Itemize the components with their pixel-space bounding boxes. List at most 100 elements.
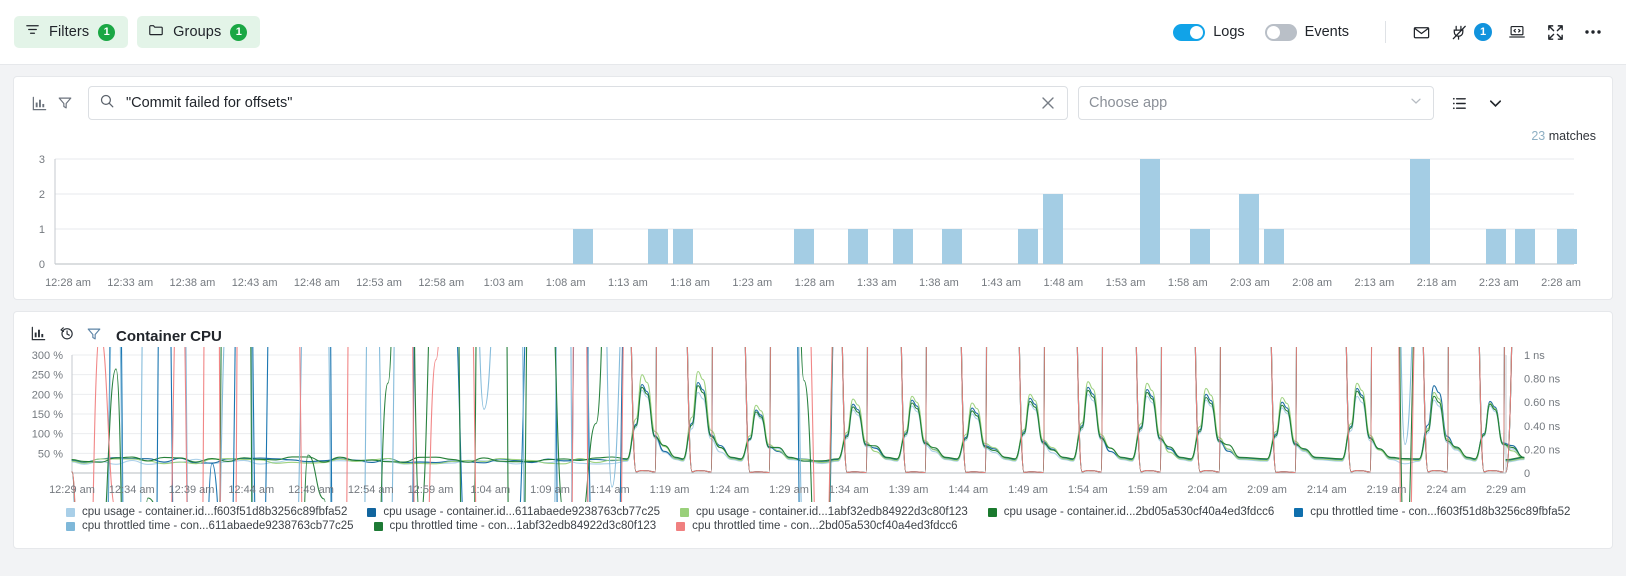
svg-text:1:38 am: 1:38 am — [919, 277, 959, 289]
svg-text:2:23 am: 2:23 am — [1479, 277, 1519, 289]
legend-label: cpu usage - container.id...f603f51d8b325… — [82, 506, 348, 518]
search-input[interactable] — [124, 94, 1037, 112]
notification-count-badge[interactable]: 1 — [1474, 23, 1492, 41]
svg-text:1:39 am: 1:39 am — [889, 484, 929, 496]
svg-text:12:58 am: 12:58 am — [418, 277, 464, 289]
matches-count: 23 — [1531, 129, 1546, 143]
svg-text:12:38 am: 12:38 am — [169, 277, 215, 289]
bar-chart-icon[interactable] — [30, 325, 47, 347]
legend-label: cpu usage - container.id...611abaede9238… — [383, 506, 661, 518]
log-explorer-app: Filters 1 Groups 1 Logs Events 1 "Commit… — [0, 0, 1626, 576]
svg-text:12:48 am: 12:48 am — [294, 277, 340, 289]
choose-app-placeholder: Choose app — [1089, 95, 1168, 111]
legend-color-swatch — [367, 507, 377, 517]
svg-text:2:09 am: 2:09 am — [1247, 484, 1287, 496]
expand-icon[interactable] — [1540, 17, 1570, 47]
history-clock-icon[interactable] — [58, 325, 75, 347]
svg-text:1:23 am: 1:23 am — [732, 277, 772, 289]
svg-text:100 %: 100 % — [32, 429, 63, 441]
groups-count-badge: 1 — [230, 23, 248, 41]
filters-count-badge: 1 — [98, 23, 116, 41]
legend-color-swatch — [373, 521, 383, 531]
legend-color-swatch — [66, 507, 75, 517]
filters-button[interactable]: Filters 1 — [14, 16, 129, 48]
toolbar-divider — [1385, 21, 1386, 43]
svg-text:12:49 am: 12:49 am — [288, 484, 334, 496]
toolbar-right-group: Logs Events 1 — [1173, 17, 1612, 47]
histogram-chart[interactable]: 0 1 2 3 12:28 am 12:33 am 12:38 am 12:43 am 12:4… — [14, 149, 1612, 299]
search-right-controls — [1446, 90, 1508, 116]
clear-search-icon[interactable] — [1037, 92, 1059, 114]
legend-item[interactable]: cpu throttled time - con...611abaede9238… — [66, 519, 354, 533]
search-field-wrapper[interactable] — [88, 86, 1068, 120]
cpu-chart[interactable]: 300 % 250 % 200 % 150 % 100 % 50 % 1 ns 0.80 ns… — [14, 0, 1612, 576]
events-toggle-label: Events — [1304, 24, 1349, 40]
svg-text:1:49 am: 1:49 am — [1008, 484, 1048, 496]
list-view-icon[interactable] — [1446, 90, 1472, 116]
legend-label: cpu throttled time - con...611abaede9238… — [82, 520, 354, 532]
svg-text:2:04 am: 2:04 am — [1187, 484, 1227, 496]
svg-text:1:48 am: 1:48 am — [1043, 277, 1083, 289]
legend-color-swatch — [680, 507, 690, 517]
svg-text:0.40 ns: 0.40 ns — [1524, 421, 1561, 433]
svg-text:1:14 am: 1:14 am — [590, 484, 630, 496]
svg-text:12:53 am: 12:53 am — [356, 277, 402, 289]
svg-text:2:08 am: 2:08 am — [1292, 277, 1332, 289]
svg-text:1:43 am: 1:43 am — [981, 277, 1021, 289]
groups-button[interactable]: Groups 1 — [137, 16, 261, 48]
legend-item[interactable]: cpu usage - container.id...611abaede9238… — [367, 505, 660, 519]
svg-text:1:04 am: 1:04 am — [470, 484, 510, 496]
svg-text:12:59 am: 12:59 am — [408, 484, 454, 496]
legend-item[interactable]: cpu usage - container.id...2bd05a530cf40… — [987, 505, 1274, 519]
search-filter-icon[interactable] — [52, 90, 78, 116]
svg-text:3: 3 — [39, 154, 45, 166]
more-options-icon[interactable] — [1578, 17, 1608, 47]
legend-item[interactable]: cpu usage - container.id...f603f51d8b325… — [66, 505, 347, 519]
legend-item[interactable]: cpu usage - container.id...1abf32edb8492… — [680, 505, 968, 519]
expand-panel-chevron-icon[interactable] — [1482, 90, 1508, 116]
cpu-panel-header: Container CPU — [14, 312, 1612, 347]
svg-text:0.20 ns: 0.20 ns — [1524, 444, 1561, 456]
svg-text:50 %: 50 % — [38, 448, 63, 460]
svg-text:12:34 am: 12:34 am — [109, 484, 155, 496]
svg-text:1:59 am: 1:59 am — [1128, 484, 1168, 496]
laptop-code-icon[interactable] — [1502, 17, 1532, 47]
events-toggle-group[interactable]: Events — [1264, 23, 1349, 41]
svg-text:12:28 am: 12:28 am — [45, 277, 91, 289]
bar-chart-icon[interactable] — [26, 90, 52, 116]
svg-text:0.60 ns: 0.60 ns — [1524, 397, 1561, 409]
svg-text:0.80 ns: 0.80 ns — [1524, 374, 1561, 386]
legend-item[interactable]: cpu throttled time - con...2bd05a530cf40… — [676, 519, 957, 533]
svg-text:1: 1 — [39, 224, 45, 236]
svg-text:0: 0 — [1524, 468, 1530, 480]
svg-text:250 %: 250 % — [32, 370, 63, 382]
top-toolbar: Filters 1 Groups 1 Logs Events 1 — [0, 0, 1626, 65]
svg-text:1:34 am: 1:34 am — [829, 484, 869, 496]
plug-off-icon[interactable] — [1444, 17, 1474, 47]
legend-label: cpu throttled time - con...1abf32edb8492… — [389, 520, 657, 532]
cpu-panel-title: Container CPU — [116, 327, 222, 345]
cpu-chart-legend: cpu usage - container.id...f603f51d8b325… — [14, 502, 1612, 533]
legend-label: cpu usage - container.id...1abf32edb8492… — [696, 506, 968, 518]
logs-toggle-group[interactable]: Logs — [1173, 23, 1245, 41]
legend-item[interactable]: cpu throttled time - con...f603f51d8b325… — [1294, 505, 1570, 519]
svg-text:1:53 am: 1:53 am — [1106, 277, 1146, 289]
events-toggle[interactable] — [1264, 23, 1297, 41]
logs-toggle[interactable] — [1173, 23, 1206, 41]
legend-color-swatch — [987, 507, 997, 517]
svg-text:12:33 am: 12:33 am — [107, 277, 153, 289]
svg-text:1:24 am: 1:24 am — [709, 484, 749, 496]
mail-icon[interactable] — [1406, 17, 1436, 47]
svg-text:1:58 am: 1:58 am — [1168, 277, 1208, 289]
legend-label: cpu throttled time - con...2bd05a530cf40… — [692, 520, 958, 532]
svg-text:2:13 am: 2:13 am — [1355, 277, 1395, 289]
container-cpu-panel: Container CPU 300 % 250 % 200 % 150 % 100 % 5… — [13, 0, 1613, 576]
svg-text:1:08 am: 1:08 am — [546, 277, 586, 289]
svg-text:2:29 am: 2:29 am — [1486, 484, 1526, 496]
legend-item[interactable]: cpu throttled time - con...1abf32edb8492… — [373, 519, 657, 533]
histogram-header: 23 matches — [14, 129, 1612, 149]
groups-label: Groups — [173, 24, 222, 40]
filter-icon[interactable] — [86, 326, 102, 347]
choose-app-select[interactable]: Choose app — [1078, 86, 1434, 120]
svg-text:2:14 am: 2:14 am — [1307, 484, 1347, 496]
